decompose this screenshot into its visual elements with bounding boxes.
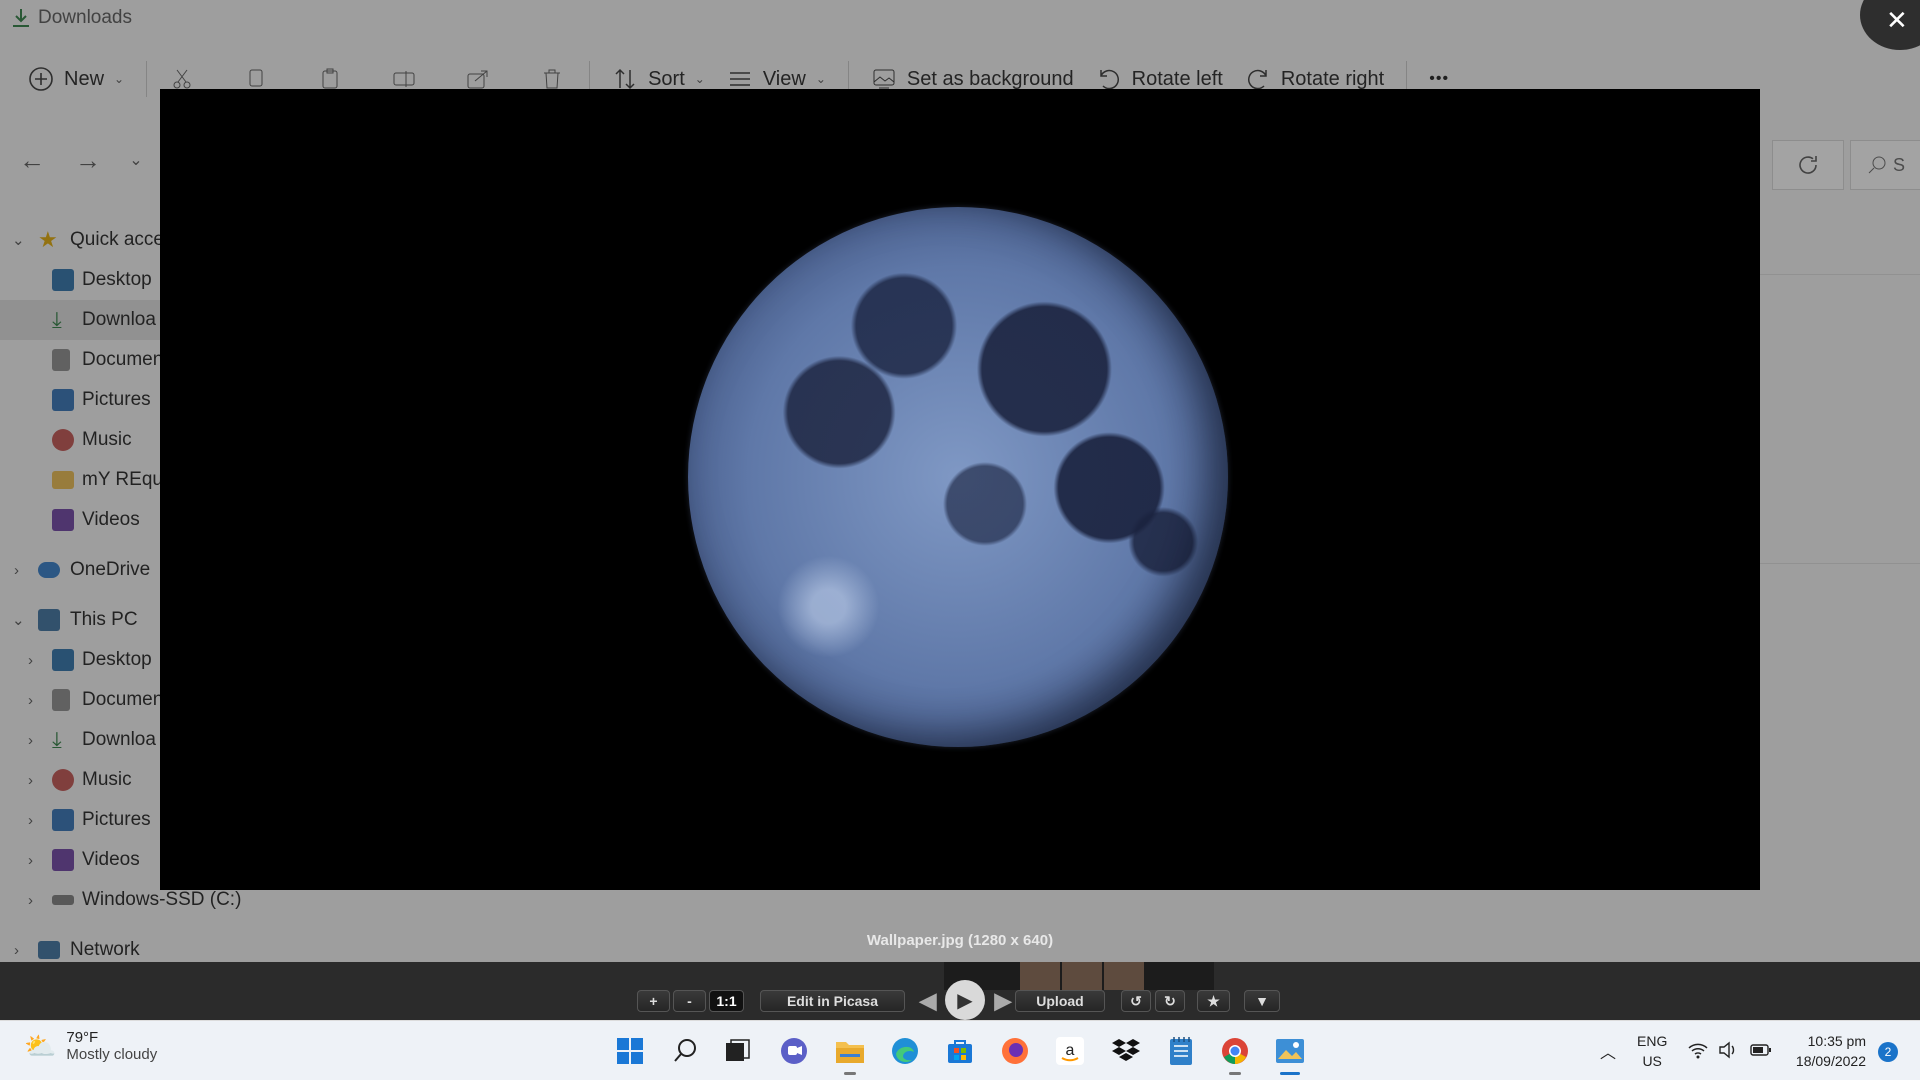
svg-text:a: a [1066, 1042, 1075, 1059]
task-view-button[interactable] [721, 1035, 753, 1067]
chat-icon [781, 1038, 807, 1064]
edge-button[interactable] [889, 1035, 921, 1067]
dropbox-icon [1112, 1039, 1140, 1061]
running-indicator [844, 1072, 856, 1075]
clock[interactable]: 10:35 pm 18/09/2022 [1796, 1031, 1866, 1071]
amazon-icon: a [1056, 1037, 1084, 1065]
partly-cloudy-icon: ⛅ [24, 1030, 57, 1061]
search-icon [674, 1039, 696, 1062]
windows-logo-icon [617, 1038, 643, 1064]
zoom-out-button[interactable]: - [673, 990, 706, 1012]
picasa-photo-viewer-button[interactable] [1274, 1035, 1306, 1075]
language-indicator[interactable]: ENG US [1637, 1031, 1667, 1071]
weather-widget[interactable]: ⛅ 79°F Mostly cloudy [24, 1029, 157, 1063]
notepad-button[interactable] [1165, 1035, 1197, 1067]
firefox-icon [1002, 1038, 1028, 1064]
play-icon: ▶ [957, 989, 973, 1012]
amazon-button[interactable]: a [1054, 1035, 1086, 1067]
actual-size-button[interactable]: 1:1 [709, 990, 744, 1012]
rotate-ccw-button[interactable]: ↺ [1121, 990, 1151, 1012]
notification-badge[interactable]: 2 [1878, 1042, 1898, 1062]
battery-icon[interactable] [1750, 1043, 1772, 1057]
running-indicator [1229, 1072, 1241, 1075]
teams-chat-button[interactable] [778, 1035, 810, 1067]
upload-button[interactable]: Upload [1015, 990, 1105, 1012]
volume-icon[interactable] [1718, 1041, 1738, 1059]
wifi-icon[interactable] [1688, 1041, 1708, 1059]
play-slideshow-button[interactable]: ▶ [945, 980, 985, 1020]
thumbnail[interactable] [1062, 962, 1102, 990]
show-hidden-icons-chevron-icon[interactable]: ︿ [1600, 1039, 1616, 1063]
rotate-cw-button[interactable]: ↻ [1155, 990, 1185, 1012]
active-indicator [1280, 1072, 1300, 1075]
more-menu-button[interactable]: ▼ [1244, 990, 1280, 1012]
photo-viewer-icon [1276, 1039, 1304, 1063]
weather-description: Mostly cloudy [66, 1046, 158, 1063]
start-button[interactable] [614, 1035, 646, 1067]
chrome-icon [1222, 1038, 1248, 1064]
language-code: ENG [1637, 1033, 1668, 1049]
dropbox-button[interactable] [1110, 1035, 1142, 1067]
weather-temperature: 79°F [66, 1029, 99, 1046]
thumbnail[interactable] [1020, 962, 1060, 990]
photo-viewer-image [160, 89, 1760, 890]
store-icon [948, 1040, 972, 1063]
time: 10:35 pm [1807, 1033, 1866, 1049]
next-arrow-icon[interactable]: ▶ [988, 988, 1018, 1013]
image-caption: Wallpaper.jpg (1280 x 640) [866, 932, 1054, 949]
search-button[interactable] [670, 1035, 702, 1067]
date: 18/09/2022 [1795, 1053, 1866, 1069]
file-explorer-taskbar-button[interactable] [834, 1035, 866, 1075]
zoom-in-button[interactable]: + [637, 990, 670, 1012]
task-view-icon [726, 1039, 750, 1061]
chrome-button[interactable] [1219, 1035, 1251, 1075]
thumbnail[interactable] [1104, 962, 1144, 990]
moon-image [688, 207, 1228, 747]
edit-in-picasa-button[interactable]: Edit in Picasa [760, 990, 905, 1012]
taskbar: ⛅ 79°F Mostly cloudy a ︿ ENG US 10:35 pm… [0, 1020, 1920, 1080]
edge-icon [892, 1038, 918, 1064]
microsoft-store-button[interactable] [944, 1035, 976, 1067]
star-button[interactable]: ★ [1197, 990, 1230, 1012]
region-code: US [1642, 1053, 1662, 1069]
notepad-icon [1170, 1037, 1192, 1065]
previous-arrow-icon[interactable]: ◀ [913, 988, 943, 1013]
firefox-button[interactable] [999, 1035, 1031, 1067]
folder-icon [836, 1042, 864, 1063]
thumbnail-strip[interactable] [944, 962, 1214, 990]
